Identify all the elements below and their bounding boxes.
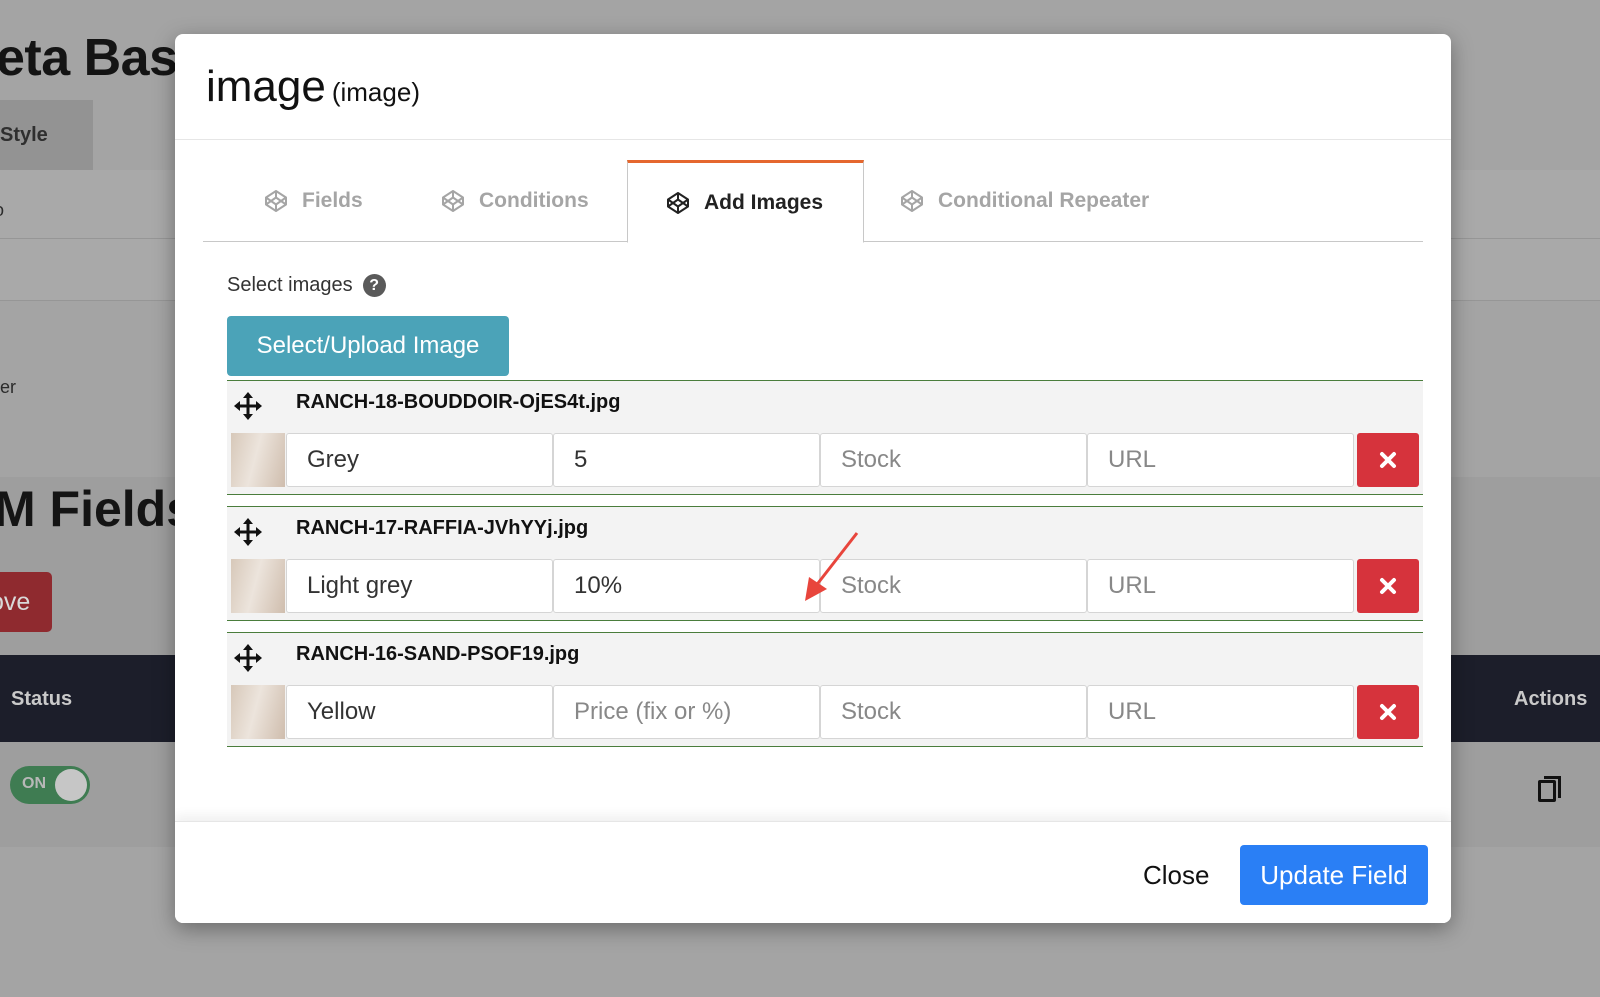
question-circle-icon[interactable]: ? (362, 274, 386, 297)
codepen-icon (442, 190, 464, 212)
modal-title-text: image (206, 62, 326, 111)
image-row: RANCH-16-SAND-PSOF19.jpg (227, 632, 1423, 747)
codepen-icon (901, 190, 923, 212)
background-section-heading: M Fields (0, 481, 195, 537)
tab-label: Conditions (479, 189, 589, 212)
image-thumbnail (231, 433, 285, 487)
select-images-text: Select images (227, 274, 353, 296)
image-thumbnail (231, 685, 285, 739)
tab-conditional-repeater[interactable]: Conditional Repeater (900, 160, 1149, 242)
move-arrows-icon[interactable] (233, 643, 263, 673)
x-mark-icon (1380, 704, 1396, 720)
modal-footer: Close Update Field (175, 821, 1451, 923)
image-url-input[interactable] (1087, 433, 1354, 487)
actions-header: Actions (1514, 688, 1588, 710)
select-upload-image-button[interactable]: Select/Upload Image (227, 316, 509, 376)
modal-subtitle: (image) (331, 77, 420, 107)
image-stock-input[interactable] (820, 433, 1087, 487)
delete-image-button[interactable] (1357, 559, 1419, 613)
image-price-input[interactable] (553, 685, 820, 739)
toggle-label: ON (22, 775, 46, 792)
status-header: Status (11, 688, 73, 710)
background-fragment: er (0, 377, 17, 397)
delete-image-button[interactable] (1357, 685, 1419, 739)
field-modal: image (image) Fields Conditions Add Image… (175, 34, 1451, 923)
image-price-input[interactable] (553, 433, 820, 487)
image-name-input[interactable] (286, 559, 553, 613)
copy-icon (1538, 776, 1561, 802)
tab-fields[interactable]: Fields (264, 160, 363, 242)
move-arrows-icon[interactable] (233, 391, 263, 421)
tab-label: Fields (302, 189, 363, 212)
image-price-input[interactable] (553, 559, 820, 613)
background-heading: eta Basi (0, 29, 192, 87)
modal-header: image (image) (175, 34, 1451, 140)
codepen-icon (265, 190, 287, 212)
image-stock-input[interactable] (820, 685, 1087, 739)
tab-label: Add Images (704, 190, 824, 214)
codepen-icon (667, 191, 689, 214)
background-tab-label: Style (0, 124, 48, 146)
x-mark-icon (1380, 578, 1396, 594)
image-row: RANCH-18-BOUDDOIR-OjES4t.jpg (227, 380, 1423, 495)
x-mark-icon (1380, 452, 1396, 468)
image-filename: RANCH-16-SAND-PSOF19.jpg (296, 643, 580, 665)
update-field-button[interactable]: Update Field (1240, 845, 1428, 905)
background-remove-button: ove (0, 572, 52, 632)
background-tab: Style (0, 100, 93, 170)
close-button[interactable]: Close (1143, 860, 1209, 891)
tab-label: Conditional Repeater (938, 189, 1150, 212)
image-name-input[interactable] (286, 433, 553, 487)
tab-add-images[interactable]: Add Images (627, 160, 865, 243)
move-arrows-icon[interactable] (233, 517, 263, 547)
image-name-input[interactable] (286, 685, 553, 739)
delete-image-button[interactable] (1357, 433, 1419, 487)
image-url-input[interactable] (1087, 559, 1354, 613)
image-url-input[interactable] (1087, 685, 1354, 739)
select-images-label: Select images ? (227, 274, 386, 297)
background-fragment: o (0, 200, 4, 221)
modal-tabs: Fields Conditions Add Images Conditional… (203, 160, 1423, 243)
image-filename: RANCH-17-RAFFIA-JVhYYj.jpg (296, 517, 589, 539)
modal-title: image (image) (206, 62, 420, 112)
image-filename: RANCH-18-BOUDDOIR-OjES4t.jpg (296, 391, 621, 413)
annotation-arrow-icon (805, 532, 859, 601)
status-toggle: ON (10, 766, 90, 804)
image-thumbnail (231, 559, 285, 613)
tab-conditions[interactable]: Conditions (441, 160, 589, 242)
toggle-knob (55, 769, 87, 801)
